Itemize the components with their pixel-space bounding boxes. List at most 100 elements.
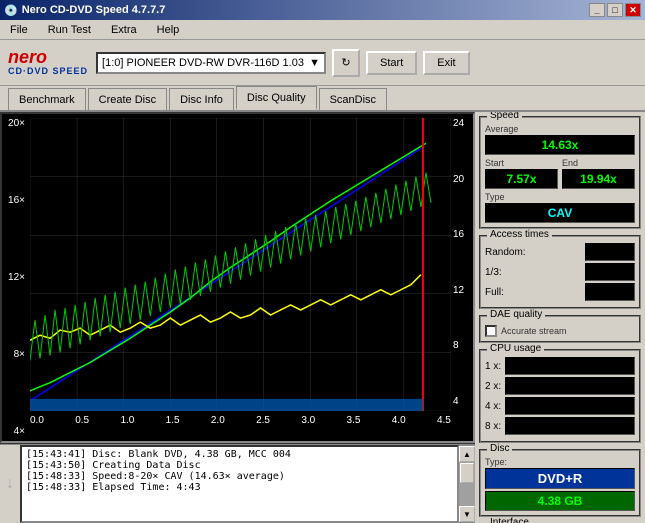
cpu-4x-label: 4 x: xyxy=(485,401,501,412)
chart-svg xyxy=(30,118,451,411)
cpu-2x-label: 2 x: xyxy=(485,381,501,392)
speed-panel-title: Speed xyxy=(487,112,522,121)
log-text-area[interactable]: [15:43:41] Disc: Blank DVD, 4.38 GB, MCC… xyxy=(20,445,459,523)
one-third-value xyxy=(585,263,635,281)
access-times-title: Access times xyxy=(487,229,552,240)
chart-area: 20× 16× 12× 8× 4× 24 20 16 12 8 4 xyxy=(0,112,475,443)
end-label: End xyxy=(562,158,635,168)
tabs-area: Benchmark Create Disc Disc Info Disc Qua… xyxy=(0,86,645,112)
average-value: 14.63x xyxy=(485,135,635,155)
speed-panel: Speed Average 14.63x Start 7.57x End 19.… xyxy=(479,116,641,229)
menu-extra[interactable]: Extra xyxy=(105,22,143,38)
title-bar-icon: 💿 xyxy=(4,4,18,17)
log-line-3: [15:48:33] Elapsed Time: 4:43 xyxy=(26,482,453,493)
tab-disc-info[interactable]: Disc Info xyxy=(169,88,234,110)
scroll-down-button[interactable]: ▼ xyxy=(459,506,475,522)
tab-create-disc[interactable]: Create Disc xyxy=(88,88,167,110)
disc-title: Disc xyxy=(487,443,512,454)
yr-20: 20 xyxy=(453,174,471,185)
log-line-0: [15:43:41] Disc: Blank DVD, 4.38 GB, MCC… xyxy=(26,449,453,460)
dae-title: DAE quality xyxy=(487,309,545,320)
cpu-1x-value xyxy=(505,357,635,375)
drive-dropdown-text: [1:0] PIONEER DVD-RW DVR-116D 1.03 xyxy=(102,57,304,69)
x-4.5: 4.5 xyxy=(437,415,451,426)
access-times-panel: Access times Random: 1/3: Full: xyxy=(479,235,641,309)
yr-4: 4 xyxy=(453,396,471,407)
x-0.5: 0.5 xyxy=(75,415,89,426)
close-button[interactable]: ✕ xyxy=(625,3,641,17)
yr-8: 8 xyxy=(453,340,471,351)
x-4.0: 4.0 xyxy=(392,415,406,426)
main-content: 20× 16× 12× 8× 4× 24 20 16 12 8 4 xyxy=(0,112,645,523)
accurate-stream-checkbox[interactable] xyxy=(485,325,497,337)
cpu-8x-value xyxy=(505,417,635,435)
chart-canvas xyxy=(30,118,451,411)
cpu-2x-value xyxy=(505,377,635,395)
menu-file[interactable]: File xyxy=(4,22,34,38)
disc-type-badge: DVD+R xyxy=(485,468,635,489)
x-1.0: 1.0 xyxy=(120,415,134,426)
yr-12: 12 xyxy=(453,285,471,296)
x-3.0: 3.0 xyxy=(301,415,315,426)
minimize-button[interactable]: _ xyxy=(589,3,605,17)
disc-panel: Disc Type: DVD+R 4.38 GB xyxy=(479,449,641,517)
y-label-4: 4× xyxy=(4,426,28,437)
log-area: ↓ [15:43:41] Disc: Blank DVD, 4.38 GB, M… xyxy=(0,443,475,523)
y-label-12: 12× xyxy=(4,272,28,283)
accurate-stream-row: Accurate stream xyxy=(485,325,635,337)
refresh-button[interactable]: ↻ xyxy=(332,49,360,77)
start-label: Start xyxy=(485,158,558,168)
scroll-track xyxy=(459,462,475,506)
yr-16: 16 xyxy=(453,229,471,240)
right-panel: Speed Average 14.63x Start 7.57x End 19.… xyxy=(475,112,645,523)
tab-benchmark[interactable]: Benchmark xyxy=(8,88,86,110)
drive-dropdown[interactable]: [1:0] PIONEER DVD-RW DVR-116D 1.03 ▼ xyxy=(96,52,326,74)
log-collapse-button[interactable]: ↓ xyxy=(0,445,20,523)
y-label-16: 16× xyxy=(4,195,28,206)
x-2.5: 2.5 xyxy=(256,415,270,426)
menu-bar: File Run Test Extra Help xyxy=(0,20,645,40)
refresh-icon: ↻ xyxy=(341,56,350,69)
full-value xyxy=(585,283,635,301)
random-label: Random: xyxy=(485,247,526,258)
tab-scandisc[interactable]: ScanDisc xyxy=(319,88,387,110)
cpu-8x-label: 8 x: xyxy=(485,421,501,432)
y-label-20: 20× xyxy=(4,118,28,129)
menu-help[interactable]: Help xyxy=(151,22,186,38)
title-bar: 💿 Nero CD-DVD Speed 4.7.7.7 _ □ ✕ xyxy=(0,0,645,20)
exit-button[interactable]: Exit xyxy=(423,51,469,75)
header-area: nero CD·DVD SPEED [1:0] PIONEER DVD-RW D… xyxy=(0,40,645,86)
type-value: CAV xyxy=(485,203,635,223)
dae-panel: DAE quality Accurate stream xyxy=(479,315,641,343)
average-label: Average xyxy=(485,124,635,134)
yr-24: 24 xyxy=(453,118,471,129)
restore-button[interactable]: □ xyxy=(607,3,623,17)
cpu-4x-value xyxy=(505,397,635,415)
accurate-stream-label: Accurate stream xyxy=(501,326,567,336)
x-3.5: 3.5 xyxy=(347,415,361,426)
dropdown-arrow-icon: ▼ xyxy=(309,57,320,69)
start-value: 7.57x xyxy=(485,169,558,189)
disc-size-badge: 4.38 GB xyxy=(485,491,635,511)
menu-run-test[interactable]: Run Test xyxy=(42,22,97,38)
x-0.0: 0.0 xyxy=(30,415,44,426)
random-value xyxy=(585,243,635,261)
log-scrollbar: ▲ ▼ xyxy=(459,445,475,523)
log-line-1: [15:43:50] Creating Data Disc xyxy=(26,460,453,471)
interface-title: Interface xyxy=(487,517,532,523)
end-value: 19.94x xyxy=(562,169,635,189)
start-button[interactable]: Start xyxy=(366,51,417,75)
drive-select-area: [1:0] PIONEER DVD-RW DVR-116D 1.03 ▼ ↻ S… xyxy=(96,49,637,77)
y-axis-right: 24 20 16 12 8 4 xyxy=(451,114,473,411)
cpu-panel: CPU usage 1 x: 2 x: 4 x: 8 x: xyxy=(479,349,641,443)
x-2.0: 2.0 xyxy=(211,415,225,426)
type-label: Type xyxy=(485,192,635,202)
cpu-title: CPU usage xyxy=(487,343,544,354)
cdspeed-brand: CD·DVD SPEED xyxy=(8,67,88,77)
scroll-up-button[interactable]: ▲ xyxy=(459,446,475,462)
nero-brand: nero xyxy=(8,48,88,68)
tab-disc-quality[interactable]: Disc Quality xyxy=(236,86,317,110)
title-bar-text: Nero CD-DVD Speed 4.7.7.7 xyxy=(22,4,166,16)
one-third-label: 1/3: xyxy=(485,267,502,278)
scroll-thumb[interactable] xyxy=(460,463,474,483)
